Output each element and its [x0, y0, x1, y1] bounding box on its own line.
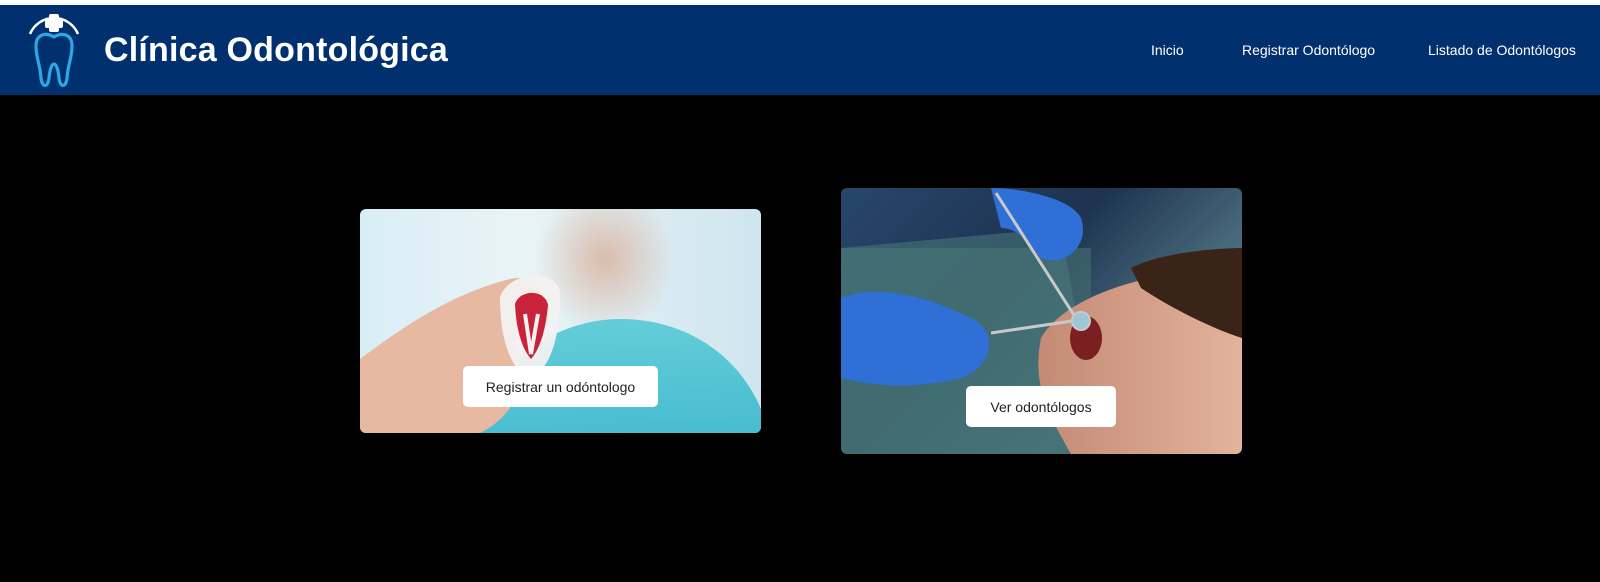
nav-listado-odontologos[interactable]: Listado de Odontólogos — [1428, 5, 1576, 95]
tooth-with-cross-icon[interactable] — [22, 8, 86, 92]
brand-title[interactable]: Clínica Odontológica — [104, 31, 448, 70]
register-dentist-card[interactable]: Registrar un odóntologo — [360, 209, 761, 433]
register-dentist-button[interactable]: Registrar un odóntologo — [463, 366, 658, 407]
main-content: Registrar un odóntologo Ver odontólogos — [0, 95, 1600, 582]
view-dentists-card[interactable]: Ver odontólogos — [841, 188, 1242, 454]
site-header: Clínica Odontológica Inicio Registrar Od… — [0, 5, 1600, 95]
view-dentists-button[interactable]: Ver odontólogos — [966, 386, 1116, 427]
nav-inicio[interactable]: Inicio — [1151, 5, 1184, 95]
nav-registrar-odontologo[interactable]: Registrar Odontólogo — [1242, 5, 1375, 95]
